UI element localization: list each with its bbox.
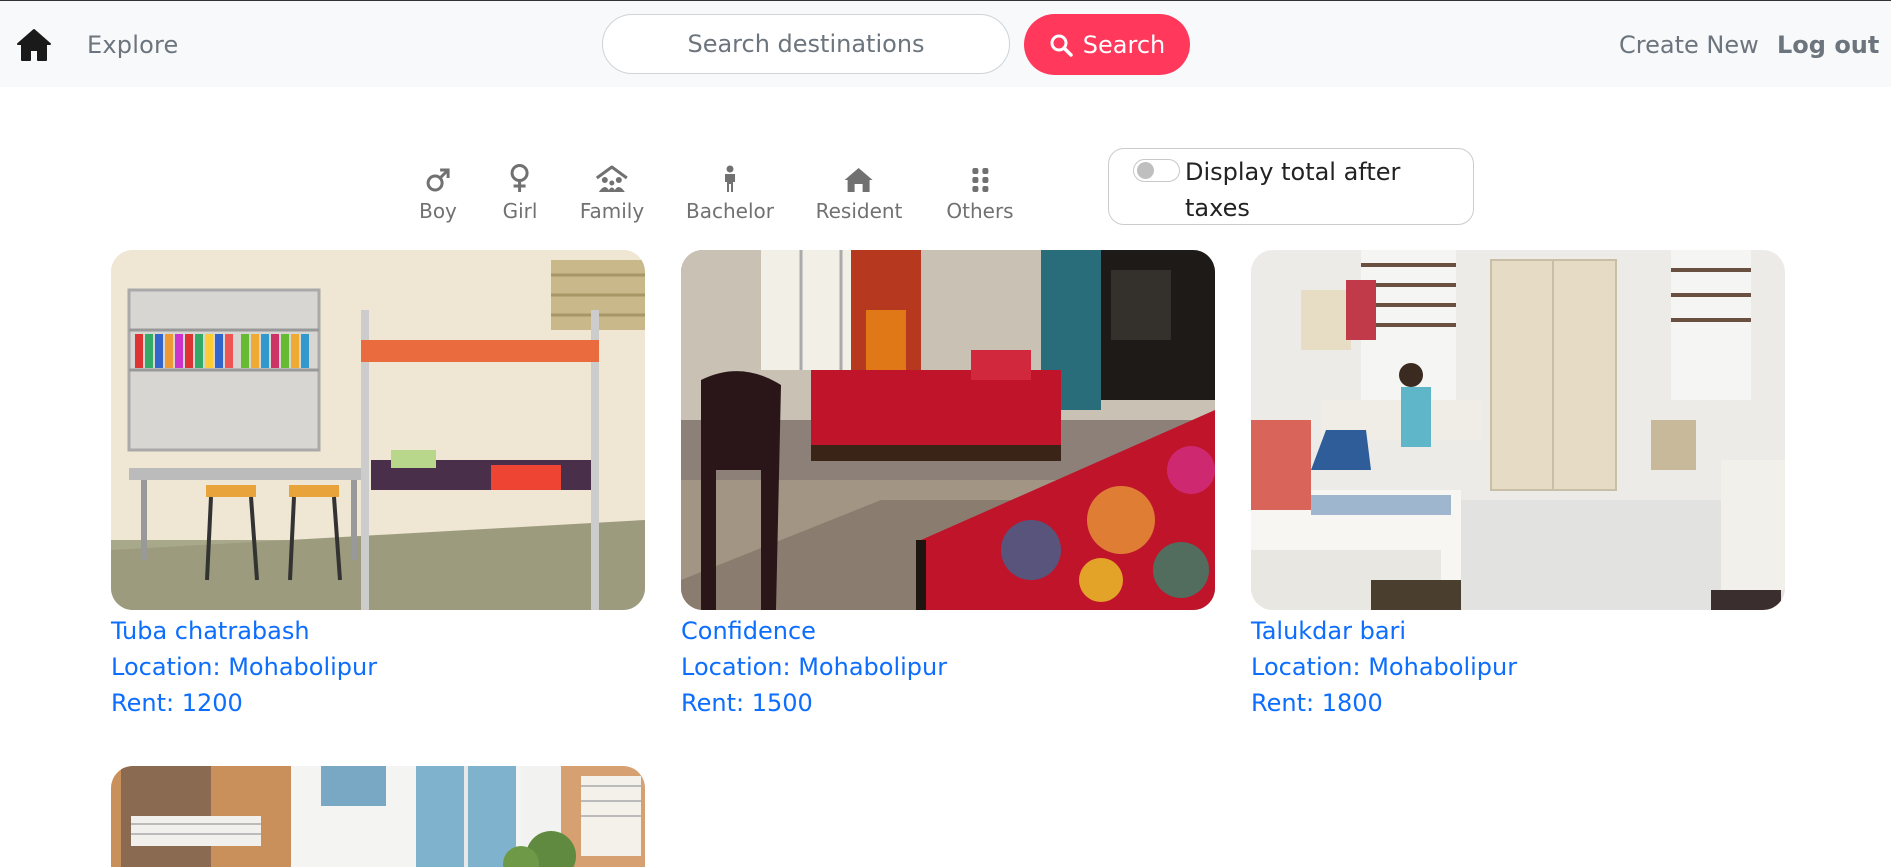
listing-title[interactable]: Talukdar bari (1251, 613, 1785, 649)
filter-label: Resident (815, 199, 903, 223)
house-icon (844, 161, 874, 193)
magnifier-icon (1049, 33, 1073, 57)
search-input[interactable] (602, 14, 1010, 74)
listing-card[interactable]: Confidence Location: Mohabolipur Rent: 1… (681, 250, 1215, 721)
person-icon (722, 161, 738, 193)
family-house-icon (595, 161, 629, 193)
listing-image[interactable] (111, 766, 645, 867)
toggle-knob (1137, 162, 1154, 179)
filter-label: Others (946, 199, 1014, 223)
female-symbol-icon (509, 161, 531, 193)
listing-title[interactable]: Tuba chatrabash (111, 613, 645, 649)
filter-label: Bachelor (686, 199, 774, 223)
logout-link[interactable]: Log out (1777, 31, 1879, 59)
listing-card[interactable] (111, 766, 645, 867)
listing-location: Location: Mohabolipur (111, 653, 378, 681)
listing-image[interactable] (1251, 250, 1785, 610)
listing-rent: Rent: 1200 (111, 689, 243, 717)
filter-others[interactable]: Others (946, 161, 1014, 223)
listing-card[interactable]: Tuba chatrabash Location: Mohabolipur Re… (111, 250, 645, 721)
tax-toggle-label: Display total after taxes (1185, 158, 1401, 222)
explore-link[interactable]: Explore (87, 31, 178, 59)
tax-toggle-container: Display total after taxes (1108, 148, 1474, 225)
search-button-label: Search (1082, 30, 1166, 59)
search-button[interactable]: Search (1024, 14, 1190, 75)
listing-title[interactable]: Confidence (681, 613, 1215, 649)
listing-rent: Rent: 1800 (1251, 689, 1383, 717)
filter-resident[interactable]: Resident (815, 161, 903, 223)
male-symbol-icon (425, 161, 451, 193)
filter-label: Girl (502, 199, 538, 223)
filter-label: Boy (419, 199, 457, 223)
create-new-link[interactable]: Create New (1619, 31, 1759, 59)
listing-location: Location: Mohabolipur (1251, 653, 1518, 681)
listing-image[interactable] (111, 250, 645, 610)
listing-rent: Rent: 1500 (681, 689, 813, 717)
grid-dots-icon (971, 161, 989, 193)
top-navbar: Explore Search Create New Log out (0, 1, 1891, 87)
listing-location: Location: Mohabolipur (681, 653, 948, 681)
home-icon[interactable] (16, 28, 52, 62)
tax-toggle-switch[interactable] (1133, 159, 1180, 182)
listing-card[interactable]: Talukdar bari Location: Mohabolipur Rent… (1251, 250, 1785, 721)
filter-boy[interactable]: Boy (419, 161, 457, 223)
filter-girl[interactable]: Girl (502, 161, 538, 223)
filter-bachelor[interactable]: Bachelor (686, 161, 774, 223)
filter-label: Family (579, 199, 645, 223)
listing-image[interactable] (681, 250, 1215, 610)
filter-family[interactable]: Family (580, 161, 644, 223)
